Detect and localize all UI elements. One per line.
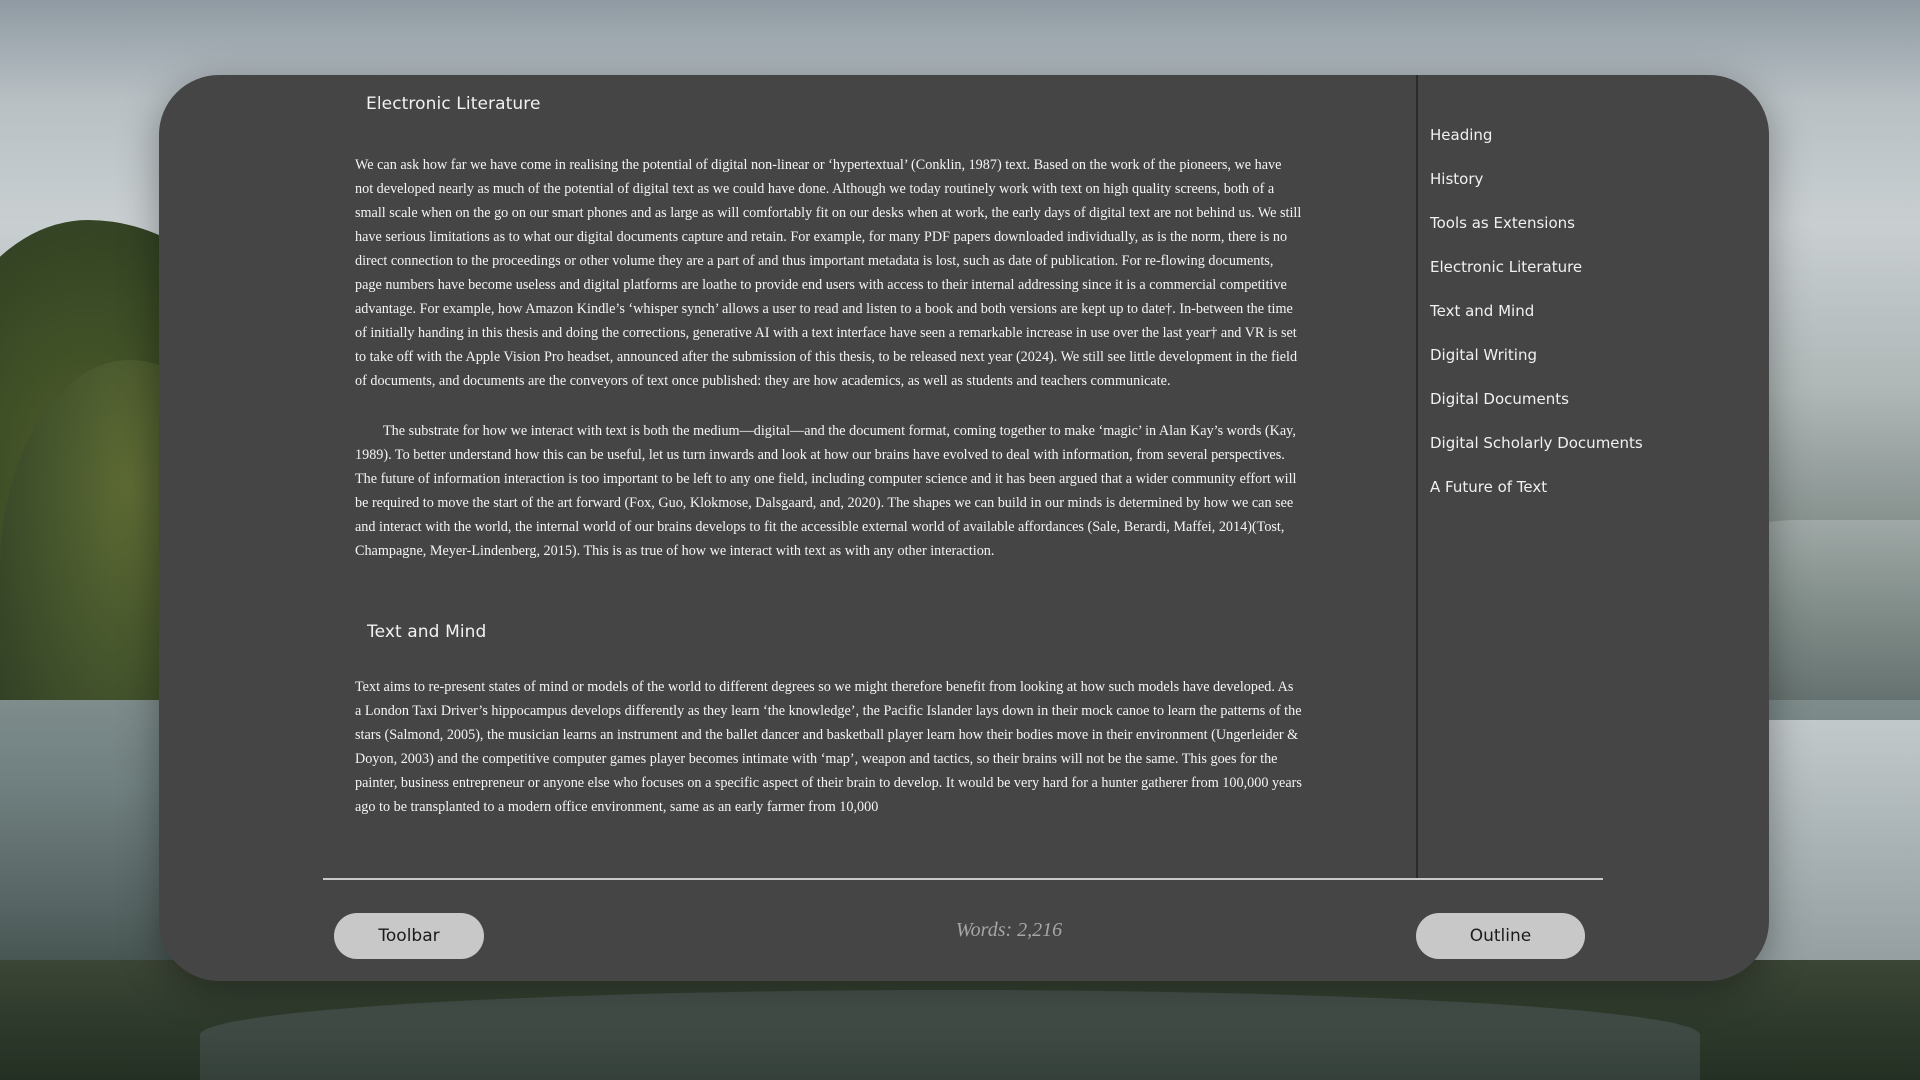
section-heading-text-and-mind: Text and Mind <box>367 622 487 642</box>
app-window: Electronic Literature We can ask how far… <box>159 75 1769 981</box>
outline-item-digital-scholarly-documents[interactable]: Digital Scholarly Documents <box>1430 421 1750 465</box>
paragraph[interactable]: The substrate for how we interact with t… <box>355 419 1303 563</box>
section-heading-electronic-literature: Electronic Literature <box>366 94 541 114</box>
outline-item-digital-writing[interactable]: Digital Writing <box>1430 333 1750 377</box>
outline-item-electronic-literature[interactable]: Electronic Literature <box>1430 245 1750 289</box>
outline-item-a-future-of-text[interactable]: A Future of Text <box>1430 465 1750 509</box>
word-count: Words: 2,216 <box>955 919 1063 941</box>
toolbar-button[interactable]: Toolbar <box>334 913 484 959</box>
paragraph[interactable]: We can ask how far we have come in reali… <box>355 153 1303 393</box>
outline-divider <box>1416 75 1418 878</box>
outline-item-heading[interactable]: Heading <box>1430 113 1750 157</box>
outline-item-history[interactable]: History <box>1430 157 1750 201</box>
outline-button[interactable]: Outline <box>1416 913 1585 959</box>
outline-item-digital-documents[interactable]: Digital Documents <box>1430 377 1750 421</box>
outline-item-text-and-mind[interactable]: Text and Mind <box>1430 289 1750 333</box>
outline-panel: Heading History Tools as Extensions Elec… <box>1430 113 1750 509</box>
footer-divider <box>323 878 1603 880</box>
paragraph[interactable]: Text aims to re-present states of mind o… <box>355 675 1303 819</box>
outline-item-tools-as-extensions[interactable]: Tools as Extensions <box>1430 201 1750 245</box>
background-rocks <box>200 990 1700 1080</box>
document-view[interactable]: Electronic Literature We can ask how far… <box>159 75 1416 875</box>
